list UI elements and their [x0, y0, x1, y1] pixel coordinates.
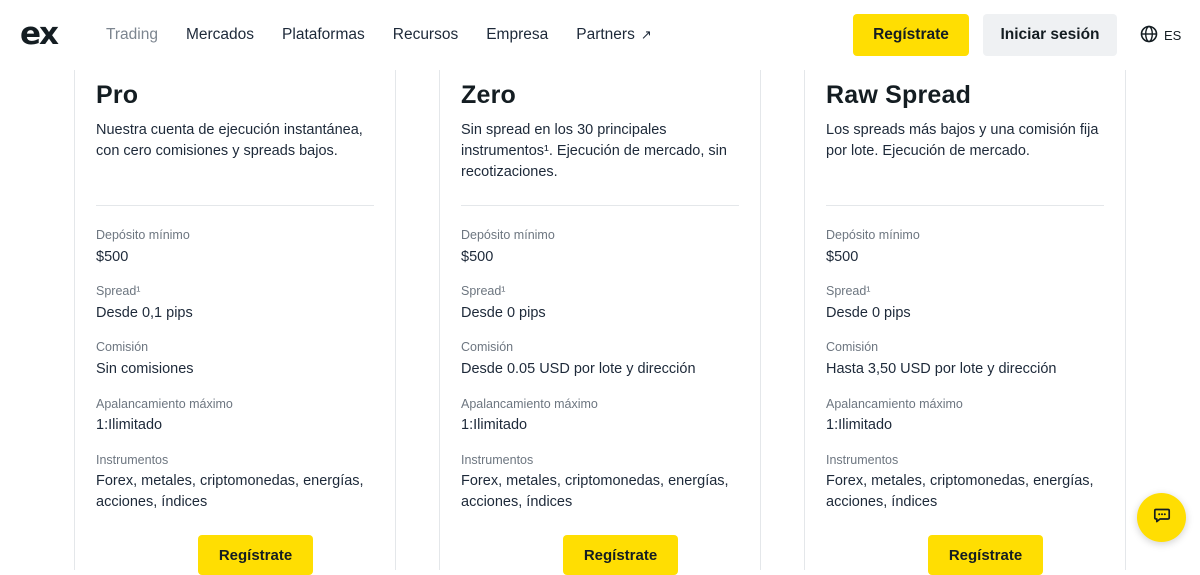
- instruments-label: Instrumentos: [96, 453, 169, 467]
- card-divider: [826, 205, 1104, 206]
- spread-value: Desde 0 pips: [461, 305, 546, 321]
- max-leverage-value: 1:Ilimitado: [826, 417, 893, 433]
- login-button[interactable]: Iniciar sesión: [983, 14, 1117, 56]
- spread-value: Desde 0,1 pips: [96, 305, 193, 321]
- register-button[interactable]: Regístrate: [853, 14, 969, 56]
- commission-value: Desde 0.05 USD por lote y dirección: [461, 361, 696, 377]
- main-nav: Trading Mercados Plataformas Recursos Em…: [106, 25, 680, 45]
- instruments-value: Forex, metales, criptomonedas, energías,…: [461, 473, 729, 510]
- nav-item-label: Recursos: [392, 26, 459, 43]
- instruments-label: Instrumentos: [461, 453, 534, 467]
- nav-item-label: Partners: [576, 26, 635, 43]
- card-description: Nuestra cuenta de ejecución instantánea,…: [96, 122, 363, 159]
- instruments-label: Instrumentos: [826, 453, 899, 467]
- min-deposit-value: $500: [826, 249, 859, 265]
- spread-value: Desde 0 pips: [826, 305, 911, 321]
- language-code: ES: [1164, 27, 1182, 43]
- language-selector[interactable]: ES: [1140, 24, 1181, 46]
- commission-value: Sin comisiones: [96, 361, 194, 377]
- min-deposit-value: $500: [461, 249, 494, 265]
- exness-logo[interactable]: ex: [20, 19, 64, 50]
- max-leverage-value: 1:Ilimitado: [96, 417, 163, 433]
- nav-item-label: Mercados: [185, 26, 255, 43]
- globe-icon: [1140, 25, 1158, 46]
- min-deposit-label: Depósito mínimo: [461, 228, 555, 242]
- site-header: ex Trading Mercados Plataformas Recursos…: [0, 0, 1200, 70]
- card-description: Los spreads más bajos y una comisión fij…: [826, 122, 1099, 159]
- card-register-button[interactable]: Regístrate: [198, 535, 313, 575]
- nav-item-label: Trading: [106, 26, 158, 43]
- nav-item-trading[interactable]: Trading: [106, 25, 158, 45]
- min-deposit-label: Depósito mínimo: [826, 228, 920, 242]
- commission-label: Comisión: [826, 340, 879, 354]
- account-card-raw-spread: Raw Spread Los spreads más bajos y una c…: [804, 70, 1126, 575]
- chat-icon: [1153, 506, 1171, 529]
- spread-label: Spread¹: [96, 284, 141, 298]
- instruments-value: Forex, metales, criptomonedas, energías,…: [826, 473, 1094, 510]
- card-description: Sin spread en los 30 principales instrum…: [461, 122, 727, 180]
- spread-label: Spread¹: [461, 284, 506, 298]
- commission-value: Hasta 3,50 USD por lote y dirección: [826, 361, 1057, 377]
- max-leverage-label: Apalancamiento máximo: [826, 397, 963, 411]
- card-register-button[interactable]: Regístrate: [928, 535, 1043, 575]
- nav-item-label: Empresa: [486, 26, 549, 43]
- nav-item-label: Plataformas: [282, 26, 365, 43]
- commission-label: Comisión: [461, 340, 514, 354]
- min-deposit-value: $500: [96, 249, 129, 265]
- max-leverage-value: 1:Ilimitado: [461, 417, 528, 433]
- nav-item-empresa[interactable]: Empresa: [486, 25, 548, 45]
- card-title: Pro: [96, 81, 139, 109]
- chat-button[interactable]: [1137, 493, 1186, 542]
- card-divider: [96, 205, 374, 206]
- max-leverage-label: Apalancamiento máximo: [461, 397, 598, 411]
- min-deposit-label: Depósito mínimo: [96, 228, 190, 242]
- card-register-button[interactable]: Regístrate: [563, 535, 678, 575]
- nav-item-mercados[interactable]: Mercados: [186, 25, 254, 45]
- max-leverage-label: Apalancamiento máximo: [96, 397, 233, 411]
- account-card-zero: Zero Sin spread en los 30 principales in…: [439, 70, 761, 575]
- nav-item-plataformas[interactable]: Plataformas: [282, 25, 365, 45]
- account-card-pro: Pro Nuestra cuenta de ejecución instantá…: [74, 70, 396, 575]
- card-divider: [461, 205, 739, 206]
- external-link-arrow-icon: ↗: [640, 27, 652, 42]
- spread-label: Spread¹: [826, 284, 871, 298]
- card-title: Raw Spread: [826, 81, 972, 109]
- card-title: Zero: [461, 81, 516, 109]
- commission-label: Comisión: [96, 340, 149, 354]
- nav-item-recursos[interactable]: Recursos: [393, 25, 458, 45]
- nav-item-partners[interactable]: Partners ↗: [576, 25, 652, 45]
- instruments-value: Forex, metales, criptomonedas, energías,…: [96, 473, 364, 510]
